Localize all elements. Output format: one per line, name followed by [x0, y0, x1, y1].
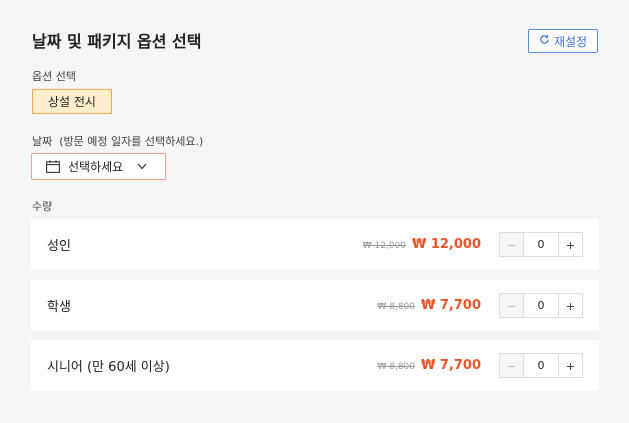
ticket-name: 성인: [47, 239, 71, 254]
quantity-input[interactable]: [524, 293, 558, 318]
decrease-button[interactable]: −: [499, 232, 524, 257]
option-chip-permanent-exhibition[interactable]: 상설 전시: [32, 89, 112, 114]
quantity-stepper: − +: [499, 232, 583, 257]
ticket-row-senior: 시니어 (만 60세 이상) ₩ 8,800 ₩ 7,700 − +: [31, 340, 599, 391]
increase-button[interactable]: +: [558, 293, 583, 318]
date-picker[interactable]: 선택하세요: [31, 153, 166, 180]
chevron-down-icon: [137, 163, 147, 170]
quantity-input[interactable]: [524, 232, 558, 257]
quantity-stepper: − +: [499, 353, 583, 378]
increase-button[interactable]: +: [558, 353, 583, 378]
option-section-label: 옵션 선택: [32, 70, 76, 83]
page-title: 날짜 및 패키지 옵션 선택: [32, 32, 202, 51]
original-price: ₩ 8,800: [377, 362, 415, 372]
calendar-icon: [46, 160, 60, 173]
reset-label: 재설정: [553, 34, 588, 49]
ticket-name: 시니어 (만 60세 이상): [47, 360, 170, 375]
increase-button[interactable]: +: [558, 232, 583, 257]
date-picker-label: 선택하세요: [68, 160, 124, 174]
decrease-button[interactable]: −: [499, 293, 524, 318]
ticket-row-student: 학생 ₩ 8,800 ₩ 7,700 − +: [31, 280, 599, 331]
quantity-input[interactable]: [524, 353, 558, 378]
original-price: ₩ 8,800: [377, 302, 415, 312]
refresh-icon: [539, 34, 550, 48]
sale-price: ₩ 12,000: [411, 237, 481, 252]
ticket-row-adult: 성인 ₩ 12,000 ₩ 12,000 − +: [31, 219, 599, 270]
sale-price: ₩ 7,700: [421, 298, 481, 313]
quantity-section-label: 수량: [32, 200, 53, 213]
original-price: ₩ 12,000: [362, 241, 406, 251]
reset-button[interactable]: 재설정: [528, 29, 598, 53]
quantity-stepper: − +: [499, 293, 583, 318]
sale-price: ₩ 7,700: [421, 358, 481, 373]
decrease-button[interactable]: −: [499, 353, 524, 378]
ticket-name: 학생: [47, 300, 71, 315]
date-section-label: 날짜 (방문 예정 일자를 선택하세요.): [32, 135, 204, 148]
